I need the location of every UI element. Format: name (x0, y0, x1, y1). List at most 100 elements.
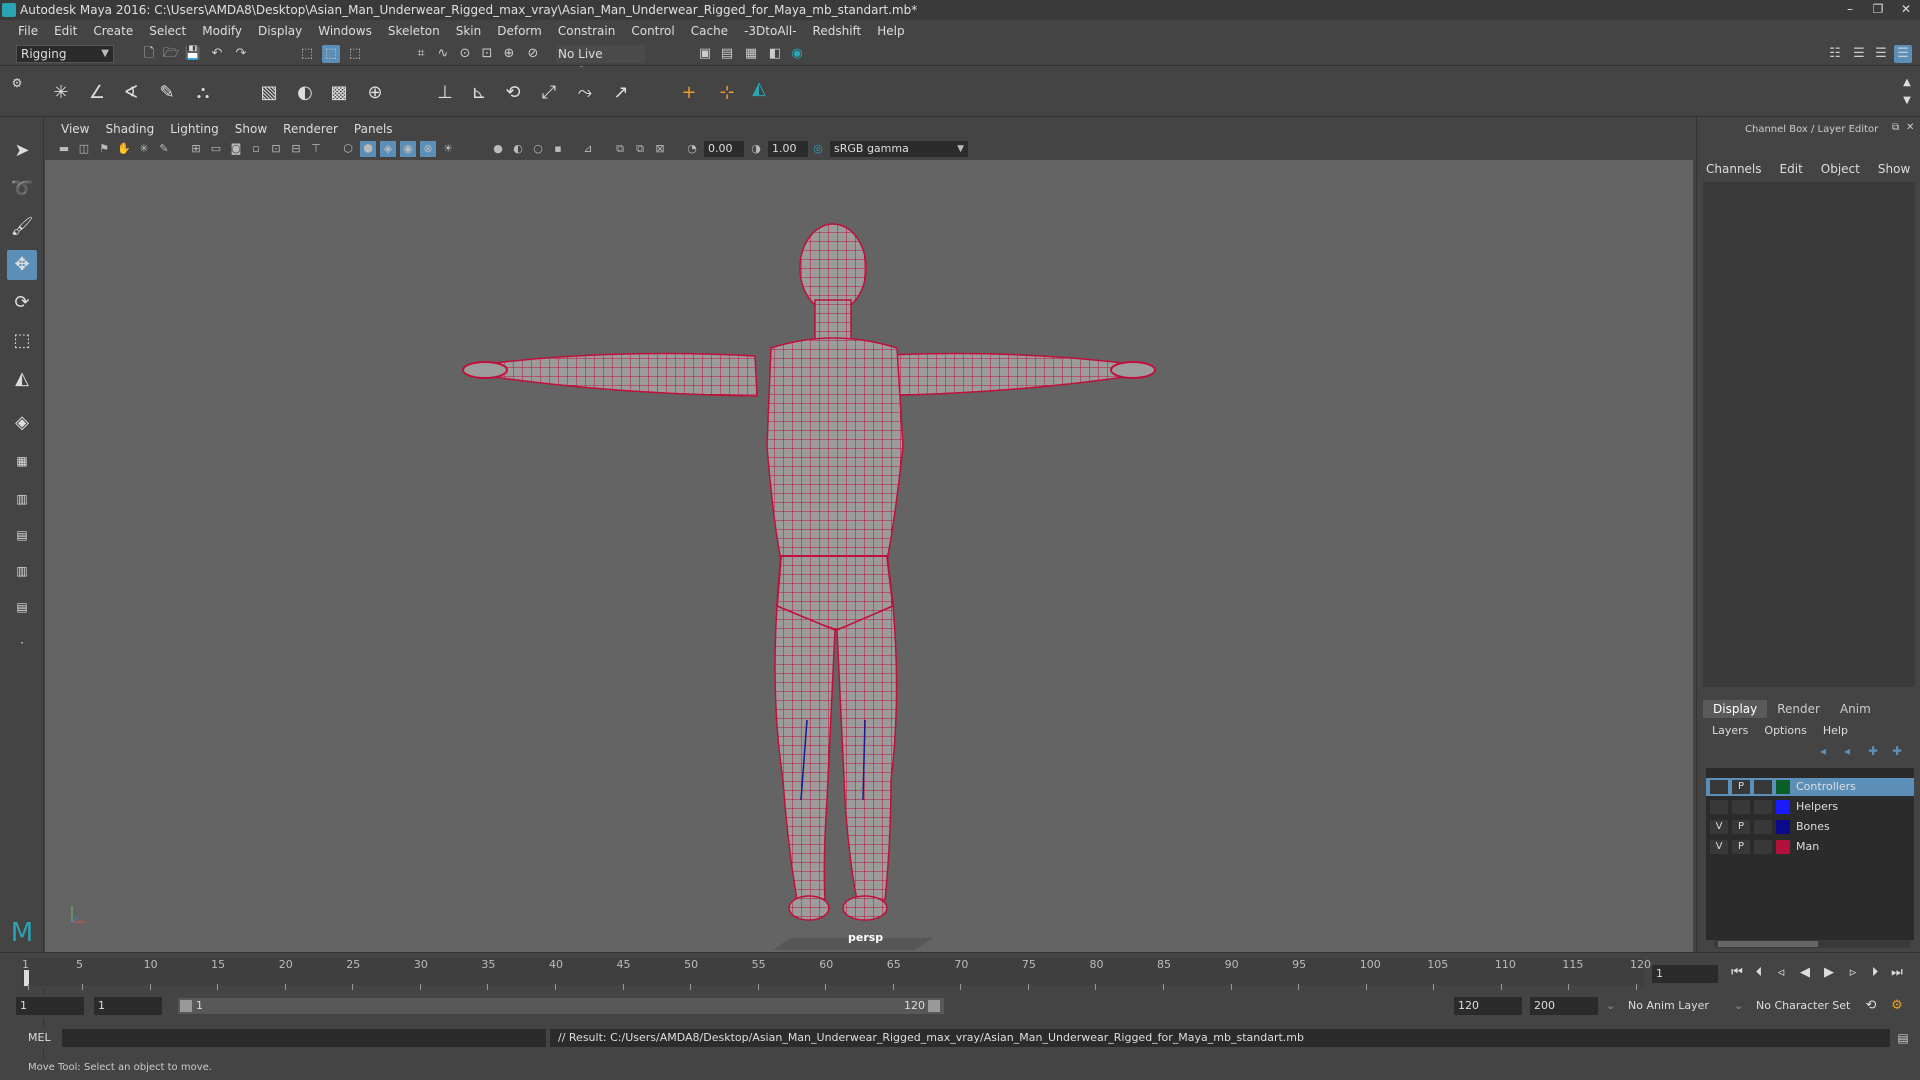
menu-constrain[interactable]: Constrain (550, 24, 624, 38)
layer-row-controllers[interactable]: P Controllers (1706, 778, 1914, 796)
menu-redshift[interactable]: Redshift (805, 24, 870, 38)
snap-grid-icon[interactable]: ⌗ (412, 45, 430, 63)
character-set-select[interactable]: ⌄ No Character Set (1734, 997, 1864, 1015)
image-plane-icon[interactable]: ✋ (116, 141, 132, 157)
attribute-editor-icon[interactable]: ☰ (1850, 45, 1868, 63)
channels-menu[interactable]: Channels (1706, 162, 1762, 176)
snap-surface-icon[interactable]: ⊕ (500, 45, 518, 63)
menu-control[interactable]: Control (623, 24, 682, 38)
playback-end-field[interactable]: 120 (1454, 997, 1522, 1015)
maximize-icon[interactable]: ❐ (1864, 0, 1892, 20)
xray-joints-icon[interactable]: ⧉ (632, 141, 648, 157)
mode-selector[interactable]: Rigging ▼ (16, 45, 114, 63)
shadows-icon[interactable]: ☀ (440, 141, 456, 157)
aim-constraint-icon[interactable]: ⤳ (572, 80, 598, 106)
step-forward-frame-icon[interactable]: ▹ (1844, 964, 1862, 982)
view-transform-icon[interactable]: ✳ (136, 141, 152, 157)
layer-type-toggle[interactable] (1754, 840, 1772, 854)
multisample-aa-icon[interactable]: ○ (530, 141, 546, 157)
pole-vector-icon[interactable]: ↗ (608, 80, 634, 106)
tab-render[interactable]: Render (1767, 700, 1830, 718)
layer-color-swatch[interactable] (1776, 820, 1790, 834)
panel-menu-renderer[interactable]: Renderer (275, 122, 346, 136)
step-back-key-icon[interactable]: ⏴ (1750, 964, 1768, 982)
edit-menu[interactable]: Edit (1780, 162, 1803, 176)
gamma-field[interactable]: 1.00 (768, 141, 808, 157)
move-layer-down-icon[interactable]: ◂ (1844, 744, 1850, 758)
exposure-icon[interactable]: ◔ (684, 141, 700, 157)
select-hierarchy-icon[interactable]: ⬚ (298, 45, 316, 63)
object-menu[interactable]: Object (1821, 162, 1860, 176)
parent-constraint-icon[interactable]: ⊥ (432, 80, 458, 106)
hypershade-icon[interactable]: ◧ (766, 45, 784, 63)
menu-select[interactable]: Select (141, 24, 194, 38)
snap-live-icon[interactable]: ⊘ (524, 45, 542, 63)
screen-space-ao-icon[interactable]: ● (490, 141, 506, 157)
minimize-icon[interactable]: – (1836, 0, 1864, 20)
camera-attributes-icon[interactable]: ◫ (76, 141, 92, 157)
layout-two-icon[interactable]: ▤ (7, 520, 37, 550)
ipr-render-icon[interactable]: ▤ (718, 45, 736, 63)
new-layer-icon[interactable]: ✚ (1868, 744, 1878, 758)
layer-visibility-toggle[interactable]: V (1710, 820, 1728, 834)
close-icon[interactable]: ✕ (1892, 0, 1920, 20)
layout-options-icon[interactable]: · (7, 628, 37, 658)
xray-icon[interactable]: ⧉ (612, 141, 628, 157)
menu-display[interactable]: Display (250, 24, 310, 38)
mash-icon[interactable]: ◭ (746, 76, 772, 102)
layout-four-icon[interactable]: ▥ (7, 484, 37, 514)
command-input[interactable] (62, 1029, 546, 1047)
motion-blur-icon[interactable]: ◐ (510, 141, 526, 157)
layer-type-toggle[interactable] (1754, 780, 1772, 794)
menu-file[interactable]: File (10, 24, 46, 38)
ik-spline-icon[interactable]: ∢ (118, 80, 144, 106)
animation-start-field[interactable]: 1 (16, 997, 84, 1015)
color-management-icon[interactable]: ◎ (810, 141, 826, 157)
field-chart-icon[interactable]: ⊡ (268, 141, 284, 157)
close-panel-icon[interactable]: ✕ (1906, 122, 1914, 133)
menu-edit[interactable]: Edit (46, 24, 85, 38)
wireframe-icon[interactable]: ⬡ (340, 141, 356, 157)
undo-icon[interactable]: ↶ (208, 45, 226, 63)
range-slider[interactable]: 1 120 (178, 998, 944, 1014)
select-object-icon[interactable]: ⬚ (322, 45, 340, 63)
range-end-handle[interactable] (928, 1000, 940, 1012)
shelf-options-icon[interactable]: ⚙ (4, 70, 30, 96)
menu-cache[interactable]: Cache (683, 24, 736, 38)
help-menu[interactable]: Help (1823, 724, 1848, 737)
menu-deform[interactable]: Deform (489, 24, 550, 38)
gamma-icon[interactable]: ◑ (748, 141, 764, 157)
new-layer-selected-icon[interactable]: ✚ (1892, 744, 1902, 758)
layer-visibility-toggle[interactable]: V (1710, 840, 1728, 854)
select-component-icon[interactable]: ⬚ (346, 45, 364, 63)
point-constraint-icon[interactable]: ⊾ (466, 80, 492, 106)
anim-layer-select[interactable]: ⌄ No Anim Layer (1606, 997, 1734, 1015)
layer-scrollbar-thumb[interactable] (1718, 941, 1818, 947)
cluster-handle-icon[interactable]: ⊹ (714, 80, 740, 106)
last-tool-icon[interactable]: ◭ (7, 364, 37, 394)
show-menu[interactable]: Show (1878, 162, 1910, 176)
move-layer-up-icon[interactable]: ◂ (1820, 744, 1826, 758)
smooth-shade-icon[interactable]: ⬢ (360, 141, 376, 157)
step-back-frame-icon[interactable]: ◃ (1772, 964, 1790, 982)
options-menu[interactable]: Options (1764, 724, 1806, 737)
layer-playback-toggle[interactable] (1732, 800, 1750, 814)
play-forward-icon[interactable]: ▶ (1820, 964, 1838, 982)
viewport-persp[interactable] (45, 160, 1693, 952)
live-surface-field[interactable]: No Live Surface (556, 45, 646, 79)
layer-type-toggle[interactable] (1754, 800, 1772, 814)
range-start-handle[interactable] (180, 1000, 192, 1012)
locator-icon[interactable]: + (676, 80, 702, 106)
new-scene-icon[interactable]: 🗋 (140, 45, 158, 63)
layer-color-swatch[interactable] (1776, 780, 1790, 794)
safe-title-icon[interactable]: ⊤ (308, 141, 324, 157)
menu-skin[interactable]: Skin (448, 24, 490, 38)
go-to-end-icon[interactable]: ⏭ (1888, 964, 1906, 982)
use-all-lights-icon[interactable]: ⊗ (420, 141, 436, 157)
safe-action-icon[interactable]: ⊟ (288, 141, 304, 157)
lattice-icon[interactable]: ▩ (326, 80, 352, 106)
render-current-icon[interactable]: ▣ (696, 45, 714, 63)
animation-end-field[interactable]: 200 (1530, 997, 1598, 1015)
paint-weights-icon[interactable]: ✎ (154, 80, 180, 106)
wireframe-on-shaded-icon[interactable]: ◈ (380, 141, 396, 157)
